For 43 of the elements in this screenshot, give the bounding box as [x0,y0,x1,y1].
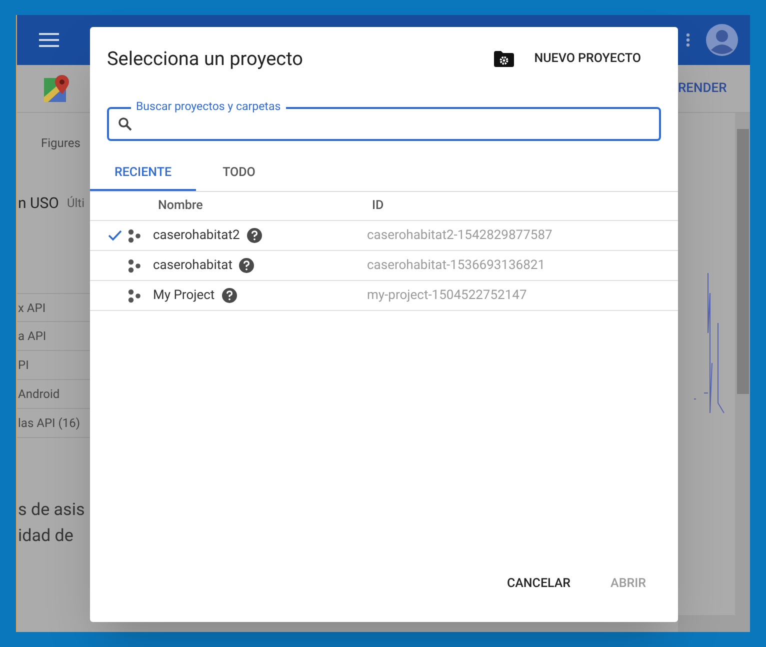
background-text: s de asis [18,499,85,522]
project-id: caserohabitat2-1542829877587 [367,226,552,245]
vertical-scrollbar[interactable] [735,113,750,615]
project-icon [127,258,141,272]
map-pin-icon [44,75,70,102]
project-name: caserohabitat [153,256,232,275]
background-text: Android [18,386,60,403]
horizontal-scrollbar[interactable] [678,615,750,632]
dialog-title: Selecciona un proyecto [107,46,303,72]
project-name: My Project [153,286,215,305]
project-icon [127,288,141,302]
folder-gear-icon [494,51,514,67]
new-project-button[interactable]: NUEVO PROYECTO [494,50,641,68]
help-icon[interactable] [222,288,237,303]
help-icon[interactable] [239,258,254,273]
project-row[interactable]: caserohabitat2 caserohabitat2-1542829877587 [90,221,678,251]
scrollbar-thumb[interactable] [736,129,748,394]
avatar-icon[interactable] [706,24,738,56]
background-text: idad de [18,525,74,548]
header-link[interactable]: RENDER [678,78,727,98]
background-text: las API (16) [18,415,80,432]
background-text: Figures [41,135,80,152]
project-icon [127,228,141,242]
dialog-button[interactable]: CANCELAR [494,566,583,602]
more-icon[interactable] [686,33,690,47]
menu-icon[interactable] [39,33,59,47]
search-label: Buscar proyectos y carpetas [131,99,286,113]
tab[interactable]: RECIENTE [90,158,196,191]
project-id: caserohabitat-1536693136821 [367,256,546,275]
background-text: PI [18,357,29,374]
background-text: a API [18,328,46,345]
project-row[interactable]: My Project my-project-1504522752147 [90,281,678,311]
tab[interactable]: TODO [196,158,282,191]
project-name: caserohabitat2 [153,226,240,245]
project-id: my-project-1504522752147 [367,286,527,305]
background-text: n USO [18,192,59,214]
search-icon [118,117,132,131]
project-row[interactable]: caserohabitat caserohabitat-1536693136821 [90,251,678,281]
column-header: ID [372,196,384,215]
column-header: Nombre [158,196,204,215]
help-icon[interactable] [246,228,262,243]
background-text: x API [18,300,46,316]
background-text: Últi [66,195,85,212]
